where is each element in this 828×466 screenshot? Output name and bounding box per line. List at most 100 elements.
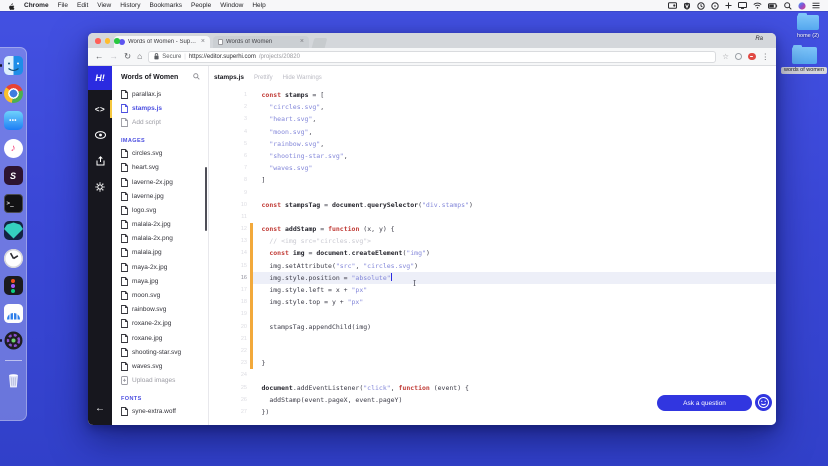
file-roxane.jpg[interactable]: roxane.jpg [112, 331, 208, 345]
close-tab-icon[interactable]: × [300, 38, 304, 45]
line-content: // <img src="circles.svg"> [269, 237, 372, 246]
dock-figma-icon[interactable] [3, 276, 23, 295]
file-laverne.jpg[interactable]: laverne.jpg [112, 189, 208, 203]
file-syne-extra.woff[interactable]: syne-extra.woff [112, 405, 208, 419]
tool-rail: H! <> ← [88, 66, 112, 425]
desktop-folder-project[interactable]: words of women [780, 44, 828, 74]
file-label: circles.svg [132, 150, 163, 158]
file-malala-2x.jpg[interactable]: malala-2x.jpg [112, 218, 208, 232]
file-parallax.js[interactable]: parallax.js [112, 87, 208, 101]
reload-button[interactable]: ↻ [124, 52, 131, 61]
share-upload-icon[interactable] [88, 154, 112, 168]
code-view-icon[interactable]: <> [88, 100, 112, 118]
adblock-extension-icon[interactable] [748, 52, 756, 61]
display-icon[interactable] [738, 2, 747, 9]
back-button[interactable]: ← [95, 52, 104, 61]
plus-icon[interactable] [725, 2, 732, 9]
screen-icon[interactable] [668, 2, 677, 9]
menu-item-chrome[interactable]: Chrome [24, 2, 49, 9]
file-logo.svg[interactable]: logo.svg [112, 203, 208, 217]
sidebar-scrollbar[interactable] [205, 167, 207, 231]
bookmark-star-icon[interactable]: ☆ [722, 52, 729, 61]
tab-superhi-editor[interactable]: Words of Women - SuperHi × [114, 35, 210, 48]
file-circles.svg[interactable]: circles.svg [112, 147, 208, 161]
line-number: 26 [240, 396, 247, 403]
profile-label[interactable]: Ra [755, 36, 763, 42]
file-shooting-star.svg[interactable]: shooting-star.svg [112, 345, 208, 359]
file-rainbow.svg[interactable]: rainbow.svg [112, 303, 208, 317]
menu-item-help[interactable]: Help [252, 2, 265, 9]
file-label: roxane-2x.jpg [132, 320, 172, 328]
file-malala-2x.png[interactable]: malala-2x.png [112, 232, 208, 246]
dock-clock-icon[interactable] [3, 248, 23, 268]
tab-words-of-women[interactable]: Words of Women × [213, 35, 309, 48]
dock-trash[interactable] [4, 370, 23, 389]
line-content: "circles.svg", [269, 103, 325, 112]
file-heart.svg[interactable]: heart.svg [112, 161, 208, 175]
url-bar[interactable]: Secure | https://editor.superhi.com/proj… [148, 50, 717, 63]
dock-fan-app-icon[interactable] [3, 303, 23, 323]
search-icon[interactable] [784, 1, 792, 10]
history-icon[interactable] [697, 1, 705, 10]
clock-icon[interactable] [711, 1, 719, 10]
dock-screenflow-icon[interactable] [0, 331, 23, 350]
file-maya-2x.jpg[interactable]: maya-2x.jpg [112, 260, 208, 274]
settings-gear-icon[interactable] [88, 180, 112, 194]
file-maya.jpg[interactable]: maya.jpg [112, 274, 208, 288]
file-waves.svg[interactable]: waves.svg [112, 359, 208, 373]
preview-eye-icon[interactable] [88, 128, 112, 142]
file-moon.svg[interactable]: moon.svg [112, 288, 208, 302]
upload-images-button[interactable]: Upload images [112, 374, 208, 388]
code-line: 24 [209, 369, 776, 381]
battery-icon[interactable] [768, 2, 778, 9]
extension-icon[interactable] [735, 53, 742, 60]
file-add-script[interactable]: Add script [112, 115, 208, 129]
file-roxane-2x.jpg[interactable]: roxane-2x.jpg [112, 317, 208, 331]
file-laverne-2x.jpg[interactable]: laverne-2x.jpg [112, 175, 208, 189]
minimize-window-button[interactable] [104, 38, 110, 44]
code-line: 2 "circles.svg", [209, 101, 776, 113]
desktop-folder-home[interactable]: home (2) [786, 12, 828, 39]
shield-icon[interactable] [683, 2, 691, 10]
siri-icon[interactable] [798, 1, 806, 10]
dock-slack-icon[interactable]: S [3, 166, 23, 185]
dock-terminal-icon[interactable]: >_ [3, 193, 23, 213]
menu-item-window[interactable]: Window [220, 2, 243, 9]
menu-item-bookmarks[interactable]: Bookmarks [149, 2, 182, 9]
zoom-window-button[interactable] [114, 38, 120, 44]
wifi-icon[interactable] [753, 2, 762, 9]
hide-warnings-button[interactable]: Hide Warnings [283, 75, 322, 81]
line-content: "heart.svg", [269, 115, 317, 124]
new-tab-button[interactable] [311, 38, 328, 48]
menu-item-history[interactable]: History [120, 2, 140, 9]
superhi-logo[interactable]: H! [88, 66, 112, 90]
dock-finder-icon[interactable] [0, 56, 23, 75]
back-arrow-button[interactable]: ← [88, 403, 112, 414]
forward-button[interactable]: → [110, 52, 119, 61]
dock-messages-icon[interactable]: ••• [3, 111, 23, 130]
dock-sketch-icon[interactable] [3, 221, 23, 240]
menu-item-edit[interactable]: Edit [77, 2, 88, 9]
code-editor[interactable]: stamps.js Prettify Hide Warnings 1 const … [209, 66, 776, 425]
chrome-menu-icon[interactable]: ⋮ [762, 52, 770, 61]
notification-icon[interactable] [812, 2, 820, 9]
dock-music-icon[interactable]: ♪ [3, 138, 23, 158]
menu-item-file[interactable]: File [58, 2, 68, 9]
code-line: 5 "rainbow.svg", [209, 138, 776, 150]
dock-chrome-icon[interactable] [0, 83, 23, 103]
close-window-button[interactable] [95, 38, 101, 44]
file-stamps.js[interactable]: stamps.js [112, 101, 208, 115]
open-file-tab[interactable]: stamps.js [214, 74, 244, 81]
home-button[interactable]: ⌂ [137, 52, 142, 61]
file-malala.jpg[interactable]: malala.jpg [112, 246, 208, 260]
ask-question-button[interactable]: Ask a question [657, 395, 752, 411]
apple-menu-icon[interactable] [8, 2, 15, 10]
help-smiley-button[interactable] [755, 394, 772, 411]
menu-item-people[interactable]: People [191, 2, 211, 9]
code-line: 16 img.style.position = "absolute" [209, 271, 776, 284]
prettify-button[interactable]: Prettify [254, 75, 273, 81]
close-tab-icon[interactable]: × [201, 38, 205, 45]
menu-item-view[interactable]: View [97, 2, 111, 9]
code-line: 25 document.addEventListener("click", fun… [209, 382, 776, 394]
search-icon[interactable] [193, 73, 200, 82]
